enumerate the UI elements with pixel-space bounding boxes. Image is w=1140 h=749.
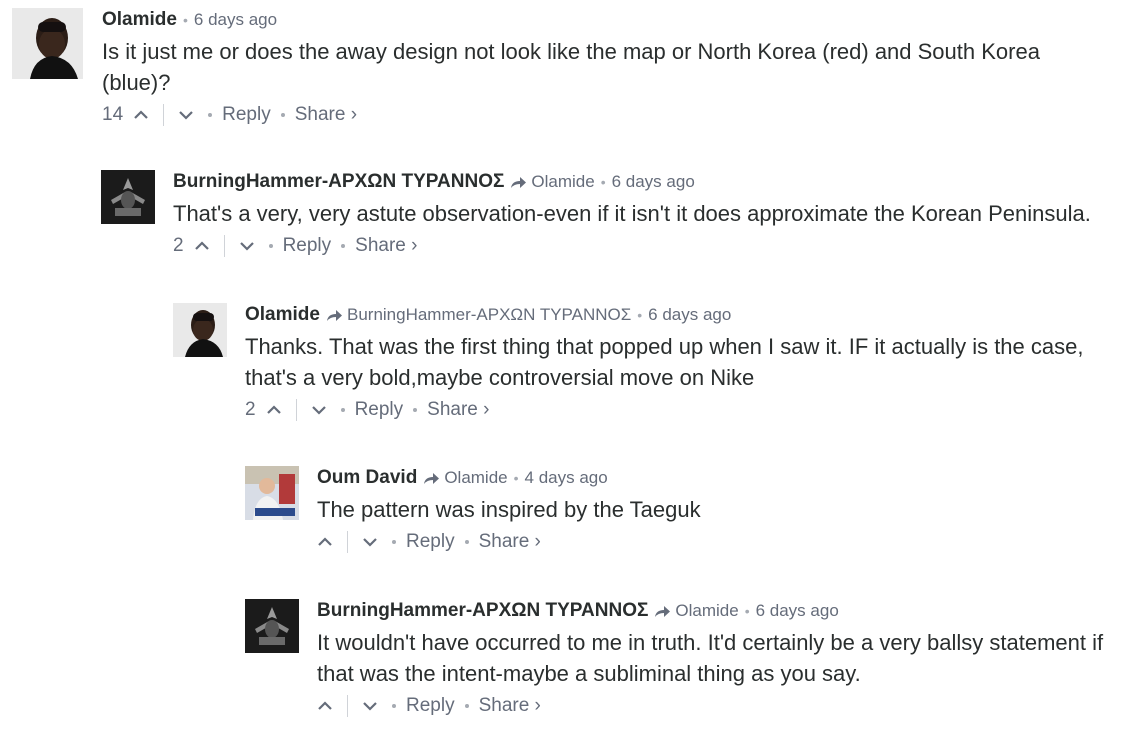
divider xyxy=(295,399,297,421)
author-name[interactable]: BurningHammer-ΑΡΧΩΝ ΤΥΡΑΝΝΟΣ xyxy=(317,599,648,623)
author-name[interactable]: Olamide xyxy=(245,303,320,327)
downvote-icon[interactable] xyxy=(362,701,378,711)
action-bullet xyxy=(280,113,285,117)
vote-count: 2 xyxy=(173,235,184,256)
reply-arrow-icon xyxy=(424,472,440,484)
comment-actions: 2 Reply Share › xyxy=(173,232,1133,260)
comment: Oum David Olamide • 4 days ago The patte… xyxy=(245,466,1125,556)
avatar[interactable] xyxy=(245,599,299,653)
divider xyxy=(223,235,225,257)
person-photo-avatar-icon xyxy=(245,466,299,520)
comment-text: Is it just me or does the away design no… xyxy=(102,39,1040,95)
action-bullet xyxy=(464,704,469,708)
parent-author[interactable]: Olamide xyxy=(675,599,738,623)
action-bullet xyxy=(413,408,418,412)
upvote-icon[interactable] xyxy=(317,537,333,547)
comment-text: The pattern was inspired by the Taeguk xyxy=(317,497,701,522)
reply-arrow-icon xyxy=(326,309,342,321)
upvote-icon[interactable] xyxy=(194,241,210,251)
dark-hammers-avatar-icon xyxy=(245,599,299,653)
comment-body: Olamide • 6 days ago Is it just me or do… xyxy=(102,8,1092,129)
meta-bullet: • xyxy=(182,12,188,28)
man-portrait-avatar-icon xyxy=(12,8,83,79)
dark-hammers-avatar-icon xyxy=(101,170,155,224)
comment-actions: Reply Share › xyxy=(317,528,1117,556)
upvote-icon[interactable] xyxy=(317,701,333,711)
divider xyxy=(163,104,165,126)
author-name[interactable]: Olamide xyxy=(102,8,177,32)
man-portrait-avatar-icon xyxy=(173,303,227,357)
comment-body: BurningHammer-ΑΡΧΩΝ ΤΥΡΑΝΝΟΣ Olamide • 6… xyxy=(173,170,1133,260)
vote-count: 2 xyxy=(245,399,256,420)
share-button[interactable]: Share › xyxy=(479,528,541,556)
comment-meta: BurningHammer-ΑΡΧΩΝ ΤΥΡΑΝΝΟΣ Olamide • 6… xyxy=(317,599,1127,623)
reply-arrow-icon xyxy=(655,605,671,617)
divider xyxy=(347,531,348,553)
share-button[interactable]: Share › xyxy=(355,232,417,260)
comment: BurningHammer-ΑΡΧΩΝ ΤΥΡΑΝΝΟΣ Olamide • 6… xyxy=(101,170,1131,260)
comment-actions: Reply Share › xyxy=(317,692,1127,720)
reply-button[interactable]: Reply xyxy=(406,692,455,720)
upvote-icon[interactable] xyxy=(266,405,282,415)
action-bullet xyxy=(464,540,469,544)
comment-body: BurningHammer-ΑΡΧΩΝ ΤΥΡΑΝΝΟΣ Olamide • 6… xyxy=(317,599,1127,720)
comment-text: That's a very, very astute observation-e… xyxy=(173,201,1091,226)
reply-button[interactable]: Reply xyxy=(406,528,455,556)
vote-count: 14 xyxy=(102,104,124,125)
comment-body: Oum David Olamide • 4 days ago The patte… xyxy=(317,466,1117,556)
downvote-icon[interactable] xyxy=(239,241,255,251)
reply-arrow-icon xyxy=(511,176,527,188)
meta-bullet: • xyxy=(637,307,643,323)
meta-bullet: • xyxy=(513,470,519,486)
downvote-icon[interactable] xyxy=(178,110,194,120)
comment-text: It wouldn't have occurred to me in truth… xyxy=(317,630,1104,686)
comment: BurningHammer-ΑΡΧΩΝ ΤΥΡΑΝΝΟΣ Olamide • 6… xyxy=(245,599,1130,720)
timestamp[interactable]: 6 days ago xyxy=(194,8,277,32)
comment-meta: Olamide BurningHammer-ΑΡΧΩΝ ΤΥΡΑΝΝΟΣ • 6… xyxy=(245,303,1125,327)
reply-button[interactable]: Reply xyxy=(222,101,271,129)
parent-author[interactable]: BurningHammer-ΑΡΧΩΝ ΤΥΡΑΝΝΟΣ xyxy=(347,303,631,327)
meta-bullet: • xyxy=(600,174,606,190)
comment: Olamide • 6 days ago Is it just me or do… xyxy=(12,8,1122,129)
reply-button[interactable]: Reply xyxy=(355,396,404,424)
comment: Olamide BurningHammer-ΑΡΧΩΝ ΤΥΡΑΝΝΟΣ • 6… xyxy=(173,303,1133,424)
divider xyxy=(347,695,348,717)
share-button[interactable]: Share › xyxy=(427,396,489,424)
author-name[interactable]: BurningHammer-ΑΡΧΩΝ ΤΥΡΑΝΝΟΣ xyxy=(173,170,504,194)
timestamp[interactable]: 6 days ago xyxy=(648,303,731,327)
share-button[interactable]: Share › xyxy=(479,692,541,720)
timestamp[interactable]: 6 days ago xyxy=(756,599,839,623)
avatar[interactable] xyxy=(101,170,155,224)
action-bullet xyxy=(341,244,346,248)
avatar[interactable] xyxy=(12,8,83,79)
comment-meta: BurningHammer-ΑΡΧΩΝ ΤΥΡΑΝΝΟΣ Olamide • 6… xyxy=(173,170,1133,194)
avatar[interactable] xyxy=(173,303,227,357)
action-bullet xyxy=(208,113,213,117)
comment-text: Thanks. That was the first thing that po… xyxy=(245,334,1084,390)
action-bullet xyxy=(392,704,396,708)
action-bullet xyxy=(340,408,345,412)
downvote-icon[interactable] xyxy=(311,405,327,415)
timestamp[interactable]: 6 days ago xyxy=(612,170,695,194)
comment-actions: 2 Reply Share › xyxy=(245,396,1125,424)
author-name[interactable]: Oum David xyxy=(317,466,417,490)
comment-meta: Olamide • 6 days ago xyxy=(102,8,1092,32)
timestamp[interactable]: 4 days ago xyxy=(525,466,608,490)
comment-meta: Oum David Olamide • 4 days ago xyxy=(317,466,1117,490)
downvote-icon[interactable] xyxy=(362,537,378,547)
upvote-icon[interactable] xyxy=(133,110,149,120)
comment-body: Olamide BurningHammer-ΑΡΧΩΝ ΤΥΡΑΝΝΟΣ • 6… xyxy=(245,303,1125,424)
comment-actions: 14 Reply Share › xyxy=(102,101,1092,129)
meta-bullet: • xyxy=(744,603,750,619)
action-bullet xyxy=(268,244,273,248)
action-bullet xyxy=(392,540,396,544)
reply-button[interactable]: Reply xyxy=(283,232,332,260)
share-button[interactable]: Share › xyxy=(295,101,357,129)
avatar[interactable] xyxy=(245,466,299,520)
parent-author[interactable]: Olamide xyxy=(444,466,507,490)
parent-author[interactable]: Olamide xyxy=(531,170,594,194)
